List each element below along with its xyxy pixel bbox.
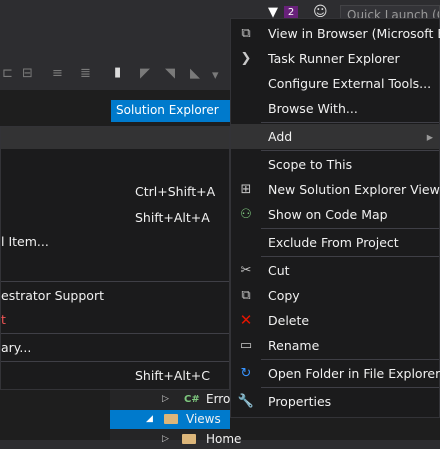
submenu-arrow-icon: ▸ [426,129,433,144]
menu-item-label: Configure External Tools... [268,76,432,91]
context-menu-right: ⧉ View in Browser (Microsoft Ed ❯ Task R… [230,18,440,418]
bookmark-prev-icon[interactable]: ◤ [140,66,150,81]
menu-separator [1,281,229,282]
menu-item-configure-tools[interactable]: Configure External Tools... [231,71,439,96]
context-menu-left: Ctrl+Shift+A Shift+Alt+A l Item... estra… [0,126,230,390]
menu-item-new-se-view[interactable]: ⊞ New Solution Explorer View [231,177,440,202]
solution-explorer-tab[interactable]: Solution Explorer [111,100,231,122]
menu-item-label: New Solution Explorer View [268,182,440,197]
menu-separator [261,387,439,388]
menu-item-copy[interactable]: ⧉ Copy [231,283,439,308]
menu-item-exclude[interactable]: Exclude From Project [231,230,439,255]
menu-separator [261,359,439,360]
code-map-icon: ⚇ [240,207,252,222]
new-view-icon: ⊞ [240,182,252,197]
menu-item[interactable]: Shift+Alt+C [1,365,229,387]
rename-icon: ▭ [239,338,253,353]
menu-item-add[interactable]: Add ▸ [231,124,439,149]
menu-item[interactable]: Shift+Alt+A [1,207,229,229]
menu-item-shortcut: Ctrl+Shift+A [135,184,216,199]
menu-separator [261,228,439,229]
menu-item-label: Open Folder in File Explorer [268,366,440,381]
menu-item-label: t [1,312,6,327]
menu-item-label: Show on Code Map [268,207,388,222]
csharp-file-icon: C# [184,394,200,405]
menu-item[interactable]: l Item... [1,231,229,253]
wrench-icon: 🔧 [237,394,255,409]
menu-item-label: ary... [1,340,32,355]
menu-item-label: Task Runner Explorer [268,51,400,66]
menu-item-open-folder[interactable]: ↻ Open Folder in File Explorer [231,361,440,386]
bookmark-icon[interactable]: ▮ [114,65,121,80]
menu-item-label: View in Browser (Microsoft Ed [268,26,440,41]
menu-item[interactable]: Ctrl+Shift+A [1,181,229,203]
menu-item[interactable]: estrator Support [1,285,229,307]
menu-separator [261,150,439,151]
menu-item-label: Add [268,129,293,144]
menu-item-label: Rename [268,338,320,353]
refresh-arrow-icon: ↻ [240,366,252,381]
menu-item-cut[interactable]: ✂ Cut [231,258,439,283]
menu-item-browse-with[interactable]: Browse With... [231,96,439,121]
tree-item[interactable]: ◢ Views [110,410,230,429]
menu-item-label: Copy [268,288,300,303]
chevron-right-icon: ❯ [240,51,252,66]
toolbar-icon[interactable]: ⊟ [22,66,33,81]
menu-item[interactable] [1,127,229,149]
menu-separator [261,256,439,257]
menu-item[interactable]: ary... [1,337,229,359]
overflow-icon[interactable]: ▾ [212,68,219,83]
menu-item-delete[interactable]: ✕ Delete [231,308,439,333]
menu-separator [1,361,229,362]
tree-item-label: Views [186,412,221,426]
menu-item-label: Properties [268,394,332,409]
menu-item-label: Scope to This [268,157,353,172]
menu-item-shortcut: Shift+Alt+C [135,368,211,383]
menu-item-label: estrator Support [1,288,104,303]
menu-item-label: Browse With... [268,101,358,116]
menu-item-label: Exclude From Project [268,235,399,250]
uncomment-icon[interactable]: ≣ [80,66,91,81]
folder-icon [182,434,196,444]
menu-item-label: Cut [268,263,290,278]
menu-item-view-in-browser[interactable]: ⧉ View in Browser (Microsoft Ed [231,21,440,46]
menu-item-label: Delete [268,313,310,328]
delete-x-icon: ✕ [239,311,253,329]
menu-item-label: l Item... [1,234,49,249]
menu-item-scope-to-this[interactable]: Scope to This [231,152,439,177]
menu-item-properties[interactable]: 🔧 Properties [231,389,439,414]
scissors-icon: ✂ [240,263,252,278]
comment-icon[interactable]: ≡ [52,66,63,81]
menu-item-task-runner[interactable]: ❯ Task Runner Explorer [231,46,439,71]
copy-icon: ⧉ [241,288,251,303]
menu-separator [261,122,439,123]
menu-item-rename[interactable]: ▭ Rename [231,333,439,358]
menu-separator [1,333,229,334]
bookmark-clear-icon[interactable]: ◣ [190,66,200,81]
menu-item[interactable]: t [1,309,229,331]
bookmark-next-icon[interactable]: ◥ [165,66,175,81]
toolbar-icon[interactable]: ⊏ [2,66,13,81]
menu-item-code-map[interactable]: ⚇ Show on Code Map [231,202,439,227]
tree-item-label: Erro [206,392,231,406]
expand-icon[interactable]: ▷ [162,390,169,409]
tree-item[interactable]: ▷ C# Erro [110,390,230,409]
browser-icon: ⧉ [241,26,251,41]
menu-item-shortcut: Shift+Alt+A [135,210,210,225]
collapse-icon[interactable]: ◢ [146,410,153,429]
folder-icon [164,414,178,424]
